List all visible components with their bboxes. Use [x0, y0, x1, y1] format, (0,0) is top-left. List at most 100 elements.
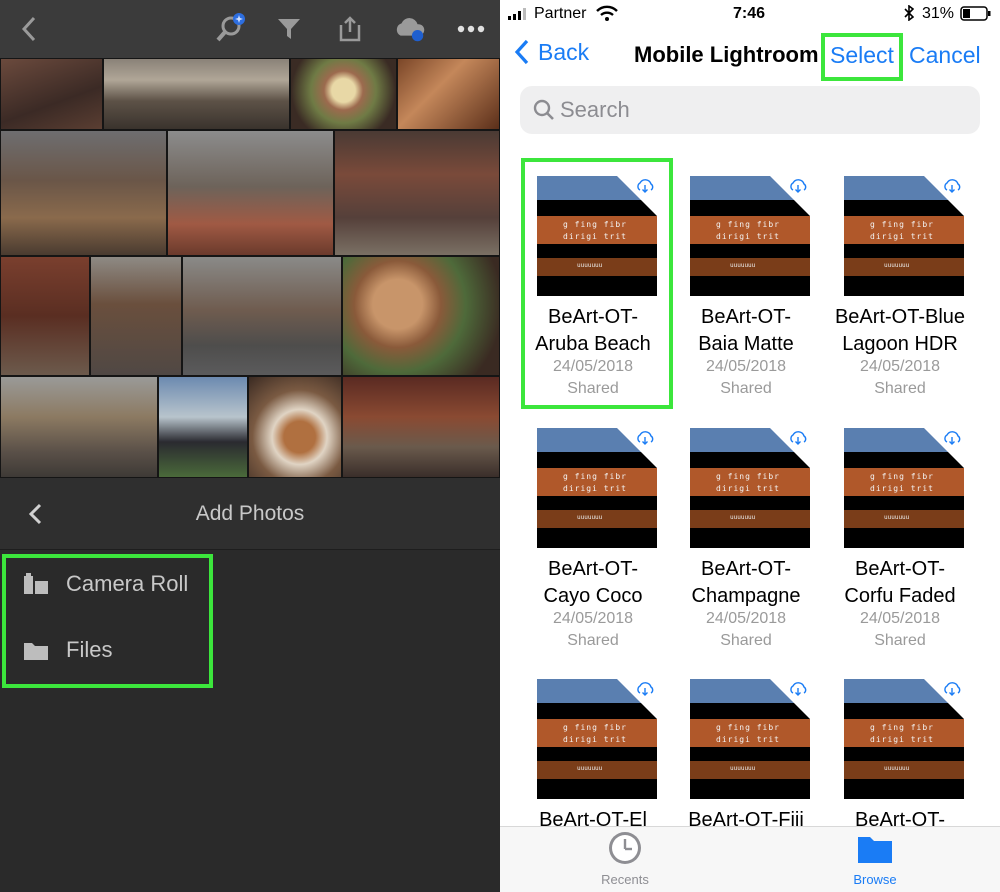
tab-bar: Recents Browse [500, 826, 1000, 892]
cloud-download-icon [790, 682, 807, 696]
thumbnail-text-3: uuuuuuu [577, 514, 603, 521]
file-item[interactable]: g fing fibr dirigi trit uuuuuuu BeArt-OT-Bl… [827, 160, 973, 406]
photo-thumbnail[interactable] [167, 130, 334, 256]
photo-thumbnail[interactable] [158, 376, 248, 478]
cloud-download-icon [637, 431, 654, 445]
file-name: BeArt-OT- Cayo Coco [520, 556, 666, 610]
photo-thumbnail[interactable] [103, 58, 290, 130]
thumbnail-text-1: g fing fibr [870, 723, 934, 732]
back-button[interactable]: Back [514, 38, 589, 66]
tab-browse[interactable]: Browse [805, 831, 945, 887]
photo-thumbnail[interactable] [0, 256, 90, 376]
file-status: Shared [874, 380, 926, 397]
carrier-label: Partner [534, 5, 587, 22]
file-item[interactable]: g fing fibr dirigi trit uuuuuuu BeArt-OT- Ch… [673, 412, 819, 658]
thumbnail-text-3: uuuuuuu [577, 765, 603, 772]
thumbnail-text-3: uuuuuuu [884, 262, 910, 269]
file-name: BeArt-OT- Corfu Faded [827, 556, 973, 610]
wifi-icon [596, 5, 618, 21]
thumbnail-text-2: dirigi trit [870, 484, 934, 493]
add-photos-header: Add Photos [0, 478, 500, 550]
file-name-line1: BeArt-OT- [854, 558, 945, 580]
search-sparkle-icon[interactable] [214, 12, 248, 46]
thumbnail-text-2: dirigi trit [870, 735, 934, 744]
file-thumbnail: g fing fibr dirigi trit uuuuuuu [690, 679, 810, 799]
file-status: Shared [720, 380, 772, 397]
thumbnail-text-1: g fing fibr [870, 220, 934, 229]
search-input[interactable]: Search [520, 86, 980, 134]
cloud-download-icon [790, 179, 807, 193]
thumbnail-text-1: g fing fibr [870, 472, 934, 481]
thumbnail-text-1: g fing fibr [716, 723, 780, 732]
file-date: 24/05/2018 [859, 610, 941, 627]
file-date: 24/05/2018 [705, 610, 787, 627]
select-button[interactable]: Select [830, 42, 894, 69]
file-date: 24/05/2018 [552, 610, 634, 627]
photo-thumbnail[interactable] [90, 256, 182, 376]
file-item[interactable]: g fing fibr dirigi trit uuuuuuu BeArt-OT- Ba… [673, 160, 819, 406]
camera-roll-item[interactable]: Camera Roll [0, 554, 300, 614]
camera-roll-icon [24, 573, 48, 594]
thumbnail-text-3: uuuuuuu [730, 514, 756, 521]
cancel-button[interactable]: Cancel [909, 42, 981, 69]
photo-thumbnail[interactable] [334, 130, 500, 256]
folder-icon [24, 643, 48, 660]
file-item[interactable]: g fing fibr dirigi trit uuuuuuu BeArt-OT- Co… [827, 412, 973, 658]
battery-percent: 31% [922, 5, 955, 22]
search-icon [533, 99, 554, 120]
cloud-download-icon [637, 179, 654, 193]
thumbnail-text-3: uuuuuuu [884, 765, 910, 772]
bluetooth-icon [904, 5, 914, 21]
photo-thumbnail[interactable] [0, 376, 158, 478]
tab-recents[interactable]: Recents [555, 831, 695, 887]
file-status: Shared [874, 632, 926, 649]
lightroom-pane: Add Photos Camera Roll Files [0, 0, 500, 892]
file-status: Shared [567, 632, 619, 649]
back-icon[interactable] [12, 12, 46, 46]
thumbnail-text-2: dirigi trit [563, 484, 627, 493]
tab-browse-label: Browse [853, 872, 897, 887]
cloud-sync-icon[interactable] [393, 12, 427, 46]
files-item[interactable]: Files [0, 620, 300, 680]
photo-thumbnail[interactable] [0, 58, 103, 130]
cloud-download-icon [944, 431, 961, 445]
back-chevron-icon [514, 39, 529, 65]
photo-thumbnail[interactable] [397, 58, 500, 130]
share-icon[interactable] [333, 12, 367, 46]
file-name: BeArt-OT- Aruba Beach [520, 304, 666, 358]
camera-roll-label: Camera Roll [66, 571, 189, 596]
file-name-line2: Lagoon HDR [842, 333, 958, 355]
thumbnail-text-2: dirigi trit [563, 232, 627, 241]
thumbnail-text-1: g fing fibr [563, 472, 627, 481]
file-thumbnail: g fing fibr dirigi trit uuuuuuu [690, 428, 810, 548]
cloud-download-icon [944, 179, 961, 193]
clock-icon [609, 832, 641, 864]
file-item[interactable]: g fing fibr dirigi trit uuuuuuu BeArt-OT- Ar… [520, 160, 666, 406]
photo-thumbnail[interactable] [0, 130, 167, 256]
photo-thumbnail[interactable] [290, 58, 397, 130]
file-name: BeArt-OT-Blue Lagoon HDR [827, 304, 973, 358]
file-thumbnail: g fing fibr dirigi trit uuuuuuu [537, 679, 657, 799]
navigation-bar: Back Mobile Lightroom Select Cancel [500, 28, 1000, 82]
cloud-download-icon [944, 682, 961, 696]
more-icon[interactable] [454, 12, 488, 46]
cloud-download-icon [637, 682, 654, 696]
photo-thumbnail[interactable] [248, 376, 342, 478]
photo-thumbnail[interactable] [182, 256, 342, 376]
file-name-line2: Aruba Beach [535, 333, 651, 355]
photo-thumbnail[interactable] [342, 376, 500, 478]
photo-thumbnail[interactable] [342, 256, 500, 376]
file-name-line1: BeArt-OT- [700, 306, 791, 328]
battery-icon [960, 6, 991, 21]
file-date: 24/05/2018 [705, 358, 787, 375]
thumbnail-text-3: uuuuuuu [730, 262, 756, 269]
lightroom-toolbar [0, 0, 500, 58]
file-name-line2: Corfu Faded [844, 585, 956, 607]
thumbnail-text-2: dirigi trit [716, 484, 780, 493]
add-photos-title: Add Photos [195, 502, 305, 525]
filter-icon[interactable] [272, 12, 306, 46]
file-item[interactable]: g fing fibr dirigi trit uuuuuuu BeArt-OT- Ca… [520, 412, 666, 658]
cloud-download-icon [790, 431, 807, 445]
clock-time: 7:46 [733, 5, 766, 22]
thumbnail-text-3: uuuuuuu [730, 765, 756, 772]
